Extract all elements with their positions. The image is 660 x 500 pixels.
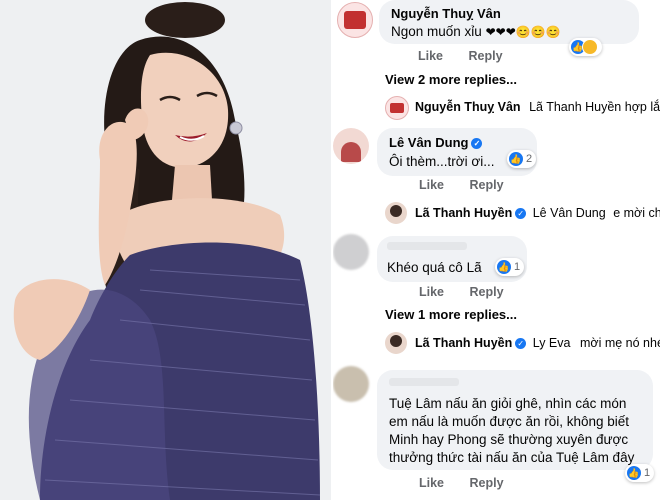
like-reaction-icon: 👍 (497, 260, 511, 274)
comment-author-blurred (387, 242, 467, 250)
like-reaction-icon: 👍 (509, 152, 523, 166)
reaction-count: 2 (526, 153, 533, 165)
verified-badge-icon: ✓ (515, 208, 527, 220)
reply-preview[interactable]: Lã Thanh Huyền✓ Lê Vân Dung e mời chế (415, 206, 660, 220)
reply-author[interactable]: Lã Thanh Huyền (415, 206, 512, 220)
comment-actions: Like Reply (418, 49, 525, 63)
avatar[interactable] (333, 128, 369, 164)
comment-bubble: Nguyễn Thuỵ Vân Ngon muốn xỉu ❤❤❤😊😊😊 (379, 0, 639, 44)
comment-text-line: Tuệ Lâm nấu ăn giỏi ghê, nhìn các món (389, 396, 627, 411)
verified-badge-icon: ✓ (515, 338, 527, 350)
reaction-count: 1 (644, 467, 651, 479)
reaction-summary[interactable]: 👍 (569, 38, 602, 56)
comment-author-name[interactable]: Lê Vân Dung (389, 135, 468, 150)
like-button[interactable]: Like (419, 285, 444, 299)
reaction-summary[interactable]: 👍 1 (625, 464, 655, 482)
reply-mention[interactable]: Lã Thanh Huyền (529, 100, 621, 114)
reply-mention[interactable]: Ly Eva (533, 336, 571, 350)
comment-text-line: em nấu là muốn được ăn rồi, không biết (389, 414, 630, 429)
comment-actions: Like Reply (419, 178, 526, 192)
reply-text: mời mẹ nó nhé (579, 336, 660, 350)
comments-panel: Nguyễn Thuỵ Vân Ngon muốn xỉu ❤❤❤😊😊😊 👍 L… (333, 0, 660, 500)
haha-reaction-icon (582, 39, 598, 55)
avatar[interactable] (385, 96, 409, 120)
avatar[interactable] (385, 202, 407, 224)
portrait-illustration (0, 0, 331, 500)
reply-mention[interactable]: Lê Vân Dung (533, 206, 606, 220)
comment-author[interactable]: Nguyễn Thuỵ Vân (391, 6, 501, 21)
comment-actions: Like Reply (419, 476, 526, 490)
comment-text-line: thưởng thức tài nấu ăn của Tuệ Lâm đây (389, 450, 635, 465)
comment-text: Ngon muốn xỉu ❤❤❤😊😊😊 (391, 24, 561, 39)
like-button[interactable]: Like (418, 49, 443, 63)
avatar[interactable] (385, 332, 407, 354)
reply-button[interactable]: Reply (469, 49, 503, 63)
reply-button[interactable]: Reply (470, 178, 504, 192)
reaction-summary[interactable]: 👍 1 (495, 258, 525, 276)
comment-text-line: Minh hay Phong sẽ thường xuyên được (389, 432, 629, 447)
portrait-photo (0, 0, 331, 500)
comment-author: Lê Vân Dung ✓ (389, 135, 485, 150)
view-more-replies-link[interactable]: View 2 more replies... (385, 72, 517, 87)
reply-preview[interactable]: Nguyễn Thuỵ Vân Lã Thanh Huyền hợp lắm..… (415, 100, 660, 114)
reply-button[interactable]: Reply (470, 476, 504, 490)
like-button[interactable]: Like (419, 476, 444, 490)
view-more-replies-link[interactable]: View 1 more replies... (385, 307, 517, 322)
emoji-reactions-inline: ❤❤❤😊😊😊 (485, 25, 561, 39)
reply-text: hợp lắm... (624, 100, 660, 114)
reply-author[interactable]: Lã Thanh Huyền (415, 336, 512, 350)
reaction-summary[interactable]: 👍 2 (507, 150, 537, 168)
reply-preview[interactable]: Lã Thanh Huyền ✓ Ly Eva mời mẹ nó nhé (415, 336, 660, 350)
avatar[interactable] (337, 2, 373, 38)
comment-author-blurred (389, 378, 459, 386)
avatar[interactable] (333, 366, 369, 402)
like-button[interactable]: Like (419, 178, 444, 192)
verified-badge-icon: ✓ (471, 138, 483, 150)
comment-actions: Like Reply (419, 285, 526, 299)
reaction-count: 1 (514, 261, 521, 273)
reply-button[interactable]: Reply (470, 285, 504, 299)
like-reaction-icon: 👍 (627, 466, 641, 480)
comment-bubble: Tuệ Lâm nấu ăn giỏi ghê, nhìn các món em… (377, 370, 653, 470)
reply-text: e mời chế (613, 206, 660, 220)
comment-text-body: Ngon muốn xỉu (391, 24, 482, 39)
reply-author[interactable]: Nguyễn Thuỵ Vân (415, 100, 521, 114)
comment-text: Khéo quá cô Lã (387, 260, 482, 275)
comment-text: Ôi thèm...trời ơi... (389, 154, 495, 169)
avatar[interactable] (333, 234, 369, 270)
